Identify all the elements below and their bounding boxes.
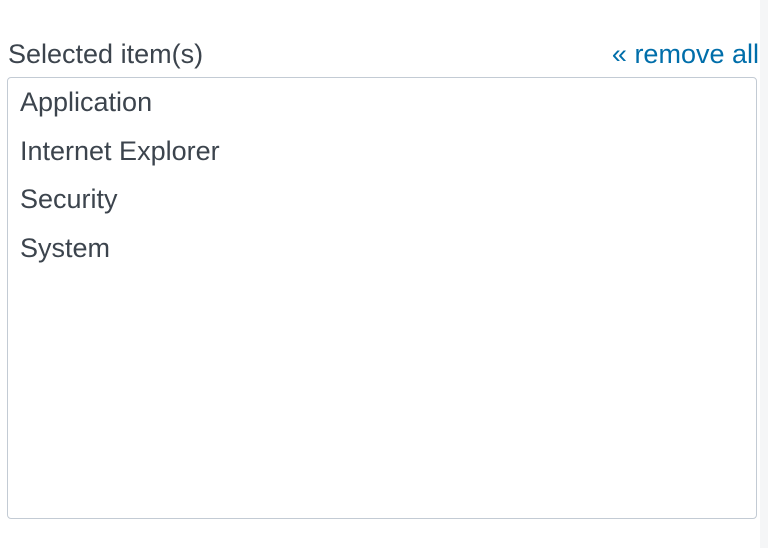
list-item-system[interactable]: System <box>8 228 756 277</box>
list-item-application[interactable]: Application <box>8 82 756 131</box>
scrollbar-track <box>760 0 768 548</box>
selected-items-title: Selected item(s) <box>8 39 204 69</box>
selected-items-header: Selected item(s) « remove all <box>8 32 759 76</box>
remove-all-link[interactable]: « remove all <box>612 38 759 70</box>
list-item-internet-explorer[interactable]: Internet Explorer <box>8 131 756 180</box>
list-item-security[interactable]: Security <box>8 179 756 228</box>
selected-items-list[interactable]: Application Internet Explorer Security S… <box>7 77 757 519</box>
